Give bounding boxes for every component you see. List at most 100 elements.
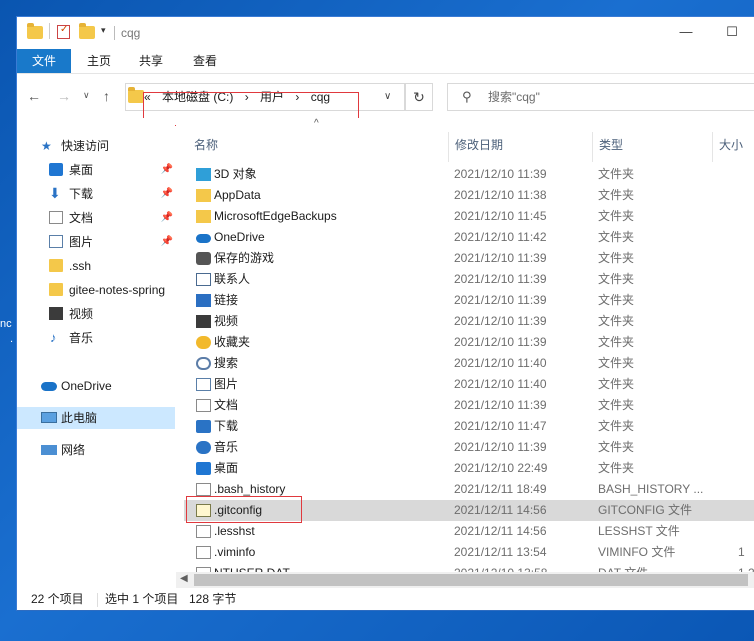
file-type: 文件夹: [598, 230, 635, 244]
file-type: 文件夹: [598, 356, 635, 370]
table-row[interactable]: MicrosoftEdgeBackups 2021/12/10 11:45 文件夹: [184, 206, 754, 227]
maximize-button[interactable]: ☐: [709, 17, 754, 49]
column-divider[interactable]: [448, 132, 449, 162]
table-row[interactable]: 3D 对象 2021/12/10 11:39 文件夹: [184, 164, 754, 185]
horizontal-scrollbar[interactable]: ◀: [176, 572, 754, 588]
table-row[interactable]: 下载 2021/12/10 11:47 文件夹: [184, 416, 754, 437]
file-date: 2021/12/10 11:40: [454, 356, 547, 370]
file-type: GITCONFIG 文件: [598, 503, 692, 517]
table-row[interactable]: .viminfo 2021/12/11 13:54 VIMINFO 文件 1: [184, 542, 754, 563]
file-name: 链接: [214, 293, 239, 307]
sidebar-item-quick-access[interactable]: ★ 快速访问: [17, 135, 175, 157]
table-row[interactable]: 桌面 2021/12/10 22:49 文件夹: [184, 458, 754, 479]
file-date: 2021/12/11 13:54: [454, 545, 547, 559]
tab-share[interactable]: 共享: [131, 49, 171, 73]
links-icon: [196, 294, 211, 307]
pin-icon[interactable]: 📌: [161, 207, 173, 229]
sidebar-item-onedrive[interactable]: OneDrive: [17, 375, 175, 397]
table-row[interactable]: 文档 2021/12/10 11:39 文件夹: [184, 395, 754, 416]
onedrive-icon: [41, 382, 57, 391]
sidebar-item-desktop[interactable]: 桌面 📌: [17, 159, 175, 181]
table-row[interactable]: 视频 2021/12/10 11:39 文件夹: [184, 311, 754, 332]
file-type: 文件夹: [598, 398, 635, 412]
column-header-date[interactable]: 修改日期: [455, 136, 503, 153]
tab-home[interactable]: 主页: [79, 49, 119, 73]
sidebar-item-videos[interactable]: 视频: [17, 303, 175, 325]
recent-locations-icon[interactable]: ∨: [83, 90, 90, 101]
table-row[interactable]: 图片 2021/12/10 11:40 文件夹: [184, 374, 754, 395]
folder-icon: [196, 189, 211, 202]
scroll-left-icon[interactable]: ◀: [180, 573, 188, 584]
table-row[interactable]: 链接 2021/12/10 11:39 文件夹: [184, 290, 754, 311]
table-row[interactable]: 保存的游戏 2021/12/10 11:39 文件夹: [184, 248, 754, 269]
file-date: 2021/12/10 11:39: [454, 272, 547, 286]
table-row[interactable]: OneDrive 2021/12/10 11:42 文件夹: [184, 227, 754, 248]
file-name: AppData: [214, 188, 261, 202]
file-name: .viminfo: [214, 545, 256, 559]
properties-icon[interactable]: ✓: [57, 24, 70, 39]
onedrive-icon: [196, 234, 211, 243]
column-header-size[interactable]: 大小: [719, 136, 743, 153]
file-name: 视频: [214, 314, 239, 328]
search-box[interactable]: ⚲ 搜索"cqg": [447, 83, 754, 111]
address-dropdown-icon[interactable]: ∨: [384, 84, 391, 110]
table-row[interactable]: 收藏夹 2021/12/10 11:39 文件夹: [184, 332, 754, 353]
file-date: 2021/12/10 11:40: [454, 377, 547, 391]
file-date: 2021/12/10 11:39: [454, 251, 547, 265]
column-header-type[interactable]: 类型: [599, 136, 623, 153]
minimize-button[interactable]: —: [663, 17, 709, 49]
file-date: 2021/12/11 14:56: [454, 503, 547, 517]
tab-file[interactable]: 文件: [17, 49, 71, 73]
table-row[interactable]: 搜索 2021/12/10 11:40 文件夹: [184, 353, 754, 374]
desktop-label-fragment-2: .: [10, 333, 14, 345]
favorites-icon: [196, 336, 211, 349]
title-bar: ✓ ▾ cqg — ☐: [17, 17, 754, 49]
folder-icon: [27, 23, 43, 39]
file-type: 文件夹: [598, 188, 635, 202]
toolbar-divider: [49, 23, 50, 39]
sidebar-item-ssh[interactable]: .ssh: [17, 255, 175, 277]
sidebar-item-music[interactable]: ♪ 音乐: [17, 327, 175, 349]
file-name: 桌面: [214, 461, 239, 475]
scrollbar-thumb[interactable]: [194, 574, 748, 586]
sidebar-item-network[interactable]: 网络: [17, 439, 175, 461]
sidebar-item-downloads[interactable]: ⬇ 下载 📌: [17, 183, 175, 205]
status-bar: 22 个项目 选中 1 个项目 128 字节: [17, 589, 754, 610]
file-icon: [196, 525, 211, 538]
file-name: 3D 对象: [214, 167, 257, 181]
forward-arrow-icon[interactable]: →: [57, 88, 71, 104]
table-row[interactable]: 音乐 2021/12/10 11:39 文件夹: [184, 437, 754, 458]
table-row[interactable]: .lesshst 2021/12/11 14:56 LESSHST 文件: [184, 521, 754, 542]
file-name: OneDrive: [214, 230, 265, 244]
back-arrow-icon[interactable]: ←: [27, 88, 41, 104]
file-name: 收藏夹: [214, 335, 251, 349]
file-date: 2021/12/10 11:39: [454, 314, 547, 328]
pin-icon[interactable]: 📌: [161, 183, 173, 205]
quick-access-dropdown-icon[interactable]: ▾: [101, 25, 106, 36]
column-divider[interactable]: [712, 132, 713, 162]
file-type: 文件夹: [598, 461, 635, 475]
sidebar-item-documents[interactable]: 文档 📌: [17, 207, 175, 229]
star-icon: ★: [41, 139, 52, 153]
desktop-label-fragment: nc: [0, 318, 12, 330]
tab-view[interactable]: 查看: [185, 49, 225, 73]
file-type: LESSHST 文件: [598, 524, 680, 538]
file-list: ^ 名称 修改日期 类型 大小 3D 对象 2021/12/10 11:39 文件夹…: [176, 118, 754, 588]
pin-icon[interactable]: 📌: [161, 231, 173, 253]
file-explorer-window: ✓ ▾ cqg — ☐ 文件 主页 共享 查看 ← → ∨ ↑ « 本地磁盘 (…: [16, 16, 754, 611]
sidebar-item-pictures[interactable]: 图片 📌: [17, 231, 175, 253]
sidebar-item-this-pc[interactable]: 此电脑: [17, 407, 175, 429]
new-folder-icon[interactable]: [79, 23, 95, 39]
up-arrow-icon[interactable]: ↑: [103, 88, 110, 104]
file-date: 2021/12/10 11:39: [454, 335, 547, 349]
file-name: 文档: [214, 398, 239, 412]
table-row[interactable]: AppData 2021/12/10 11:38 文件夹: [184, 185, 754, 206]
sidebar-item-gitee-notes[interactable]: gitee-notes-spring: [17, 279, 175, 301]
refresh-button[interactable]: ↻: [405, 83, 433, 111]
column-divider[interactable]: [592, 132, 593, 162]
file-icon: [196, 483, 211, 496]
network-icon: [41, 445, 57, 455]
column-header-name[interactable]: 名称: [194, 136, 218, 153]
table-row[interactable]: 联系人 2021/12/10 11:39 文件夹: [184, 269, 754, 290]
pin-icon[interactable]: 📌: [161, 159, 173, 181]
